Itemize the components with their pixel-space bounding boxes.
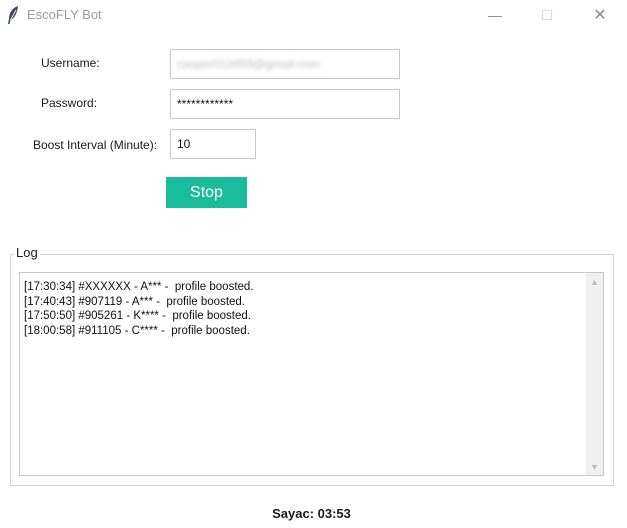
log-line: [17:30:34] #XXXXXX - A*** - profile boos… [24,281,254,293]
username-field[interactable]: casper013459@gmail.com [170,49,400,79]
username-label: Username: [41,56,100,70]
username-value: casper013459@gmail.com [177,57,320,71]
password-value: ************ [177,97,234,111]
log-legend: Log [14,245,40,260]
close-icon: ✕ [593,7,607,24]
countdown-timer: Sayac: 03:53 [272,506,351,521]
log-line: [17:50:50] #905261 - K**** - profile boo… [24,310,251,322]
password-label: Password: [41,96,98,110]
log-lines: [17:30:34] #XXXXXX - A*** - profile boos… [24,280,254,338]
window-title: EscoFLY Bot [27,7,102,22]
scroll-up-icon[interactable]: ▲ [586,273,603,290]
log-line: [17:40:43] #907119 - A*** - profile boos… [24,295,245,308]
scroll-down-icon[interactable]: ▼ [586,458,603,475]
log-line: [18:00:58] #911105 - C**** - profile boo… [24,324,250,337]
maximize-button[interactable]: ☐ [524,0,570,30]
stop-button[interactable]: Stop [166,177,247,208]
password-field[interactable]: ************ [170,89,400,119]
app-window: EscoFLY Bot — ☐ ✕ Username: casper013459… [0,0,627,528]
boost-interval-value: 10 [177,137,191,151]
minimize-button[interactable]: — [472,0,518,30]
boost-interval-label: Boost Interval (Minute): [33,138,158,152]
boost-interval-field[interactable]: 10 [170,129,256,159]
close-button[interactable]: ✕ [577,0,623,30]
log-scrollbar[interactable]: ▲ ▼ [586,273,603,475]
title-bar[interactable]: EscoFLY Bot — ☐ ✕ [0,0,627,30]
maximize-icon: ☐ [540,6,554,23]
feather-icon [6,5,20,25]
minimize-icon: — [488,7,502,23]
